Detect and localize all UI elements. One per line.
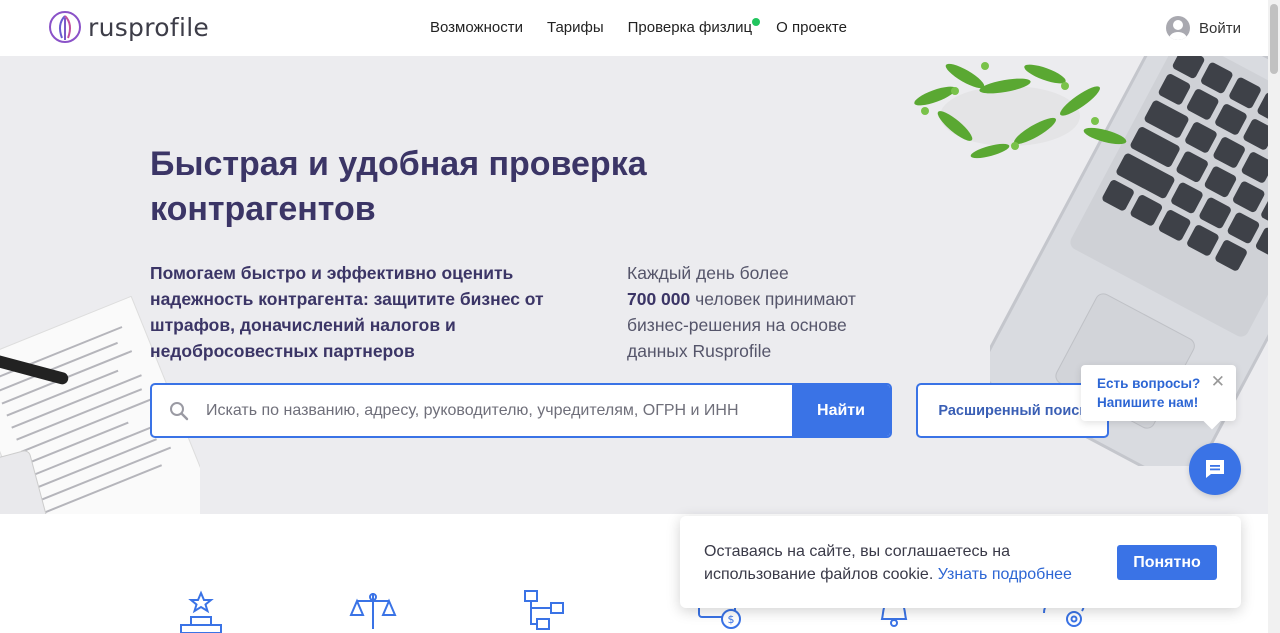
- user-avatar-icon: [1166, 16, 1190, 40]
- cookie-banner: Оставаясь на сайте, вы соглашаетесь на и…: [680, 516, 1241, 608]
- scrollbar-thumb[interactable]: [1270, 4, 1278, 74]
- logo-icon: [49, 11, 81, 43]
- chat-prompt: Есть вопросы? Напишите нам! ✕: [1081, 365, 1236, 421]
- chat-prompt-text[interactable]: Есть вопросы? Напишите нам!: [1097, 374, 1200, 412]
- search-button[interactable]: Найти: [792, 385, 890, 436]
- header: rusprofile Возможности Тарифы Проверка ф…: [0, 0, 1280, 56]
- svg-text:$: $: [728, 613, 735, 626]
- login-label: Войти: [1199, 19, 1241, 37]
- close-icon[interactable]: ✕: [1211, 372, 1225, 392]
- login-button[interactable]: Войти: [1166, 16, 1241, 40]
- hero-stats: Каждый день более 700 000 человек приним…: [627, 260, 907, 364]
- cookie-text: Оставаясь на сайте, вы соглашаетесь на и…: [704, 540, 1104, 586]
- stats-prefix: Каждый день более: [627, 263, 789, 283]
- nav-person-check[interactable]: Проверка физлиц: [627, 18, 761, 36]
- search-icon: [152, 385, 206, 436]
- nav-person-check-label: Проверка физлиц: [627, 19, 753, 36]
- chat-prompt-line-2: Напишите нам!: [1097, 395, 1199, 410]
- nav-pricing[interactable]: Тарифы: [547, 19, 604, 36]
- hero-subtitle: Помогаем быстро и эффективно оценить над…: [150, 263, 544, 361]
- online-dot-icon: [752, 18, 761, 26]
- nav-about[interactable]: О проекте: [776, 19, 847, 36]
- hero-section: Быстрая и удобная проверка контрагентов …: [0, 56, 1268, 514]
- cookie-learn-more-link[interactable]: Узнать подробнее: [938, 566, 1072, 583]
- search-input[interactable]: [206, 385, 792, 436]
- stats-number: 700 000: [627, 289, 691, 309]
- chat-prompt-line-1: Есть вопросы?: [1097, 376, 1201, 391]
- chat-icon: [1206, 460, 1224, 478]
- search-box: Найти: [150, 383, 892, 438]
- network-icon: [524, 590, 564, 630]
- plant-image: [914, 62, 1127, 159]
- nav-features[interactable]: Возможности: [430, 19, 523, 36]
- chat-button[interactable]: [1189, 443, 1241, 495]
- page-scrollbar[interactable]: [1268, 0, 1280, 633]
- main-nav: Возможности Тарифы Проверка физлиц О про…: [430, 18, 847, 36]
- logo[interactable]: rusprofile: [48, 10, 209, 44]
- scales-icon: [349, 593, 397, 629]
- award-icon: [180, 590, 222, 633]
- logo-text: rusprofile: [88, 12, 210, 42]
- cookie-accept-button[interactable]: Понятно: [1117, 545, 1217, 580]
- hero-title: Быстрая и удобная проверка контрагентов: [150, 145, 647, 228]
